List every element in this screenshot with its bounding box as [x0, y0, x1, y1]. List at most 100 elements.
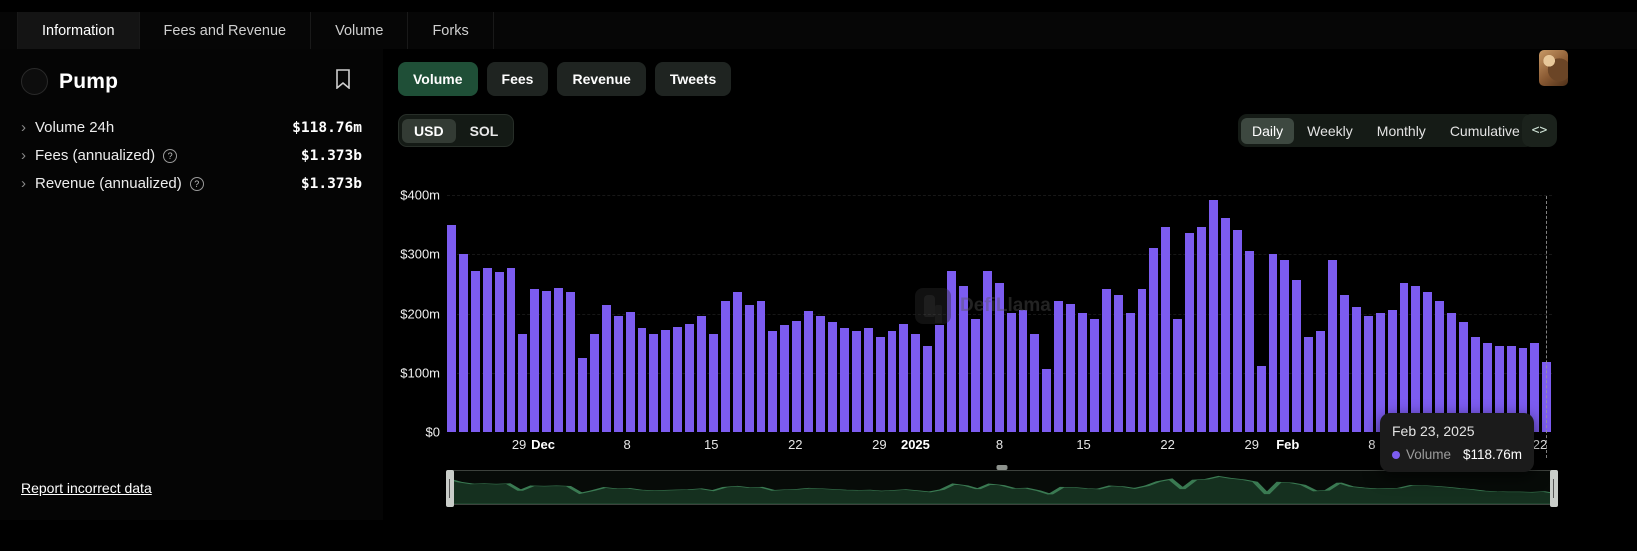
embed-code-icon[interactable]: <> — [1522, 114, 1557, 147]
volume-bar[interactable] — [1316, 331, 1325, 432]
volume-bar[interactable] — [971, 319, 980, 432]
volume-bar[interactable] — [709, 334, 718, 432]
volume-bar[interactable] — [1173, 319, 1182, 432]
volume-bar[interactable] — [685, 324, 694, 432]
info-icon[interactable]: ? — [190, 177, 204, 191]
volume-bar[interactable] — [745, 305, 754, 432]
volume-bar[interactable] — [1126, 313, 1135, 432]
volume-bar[interactable] — [459, 254, 468, 432]
volume-bar[interactable] — [1054, 301, 1063, 432]
volume-bar[interactable] — [1102, 289, 1111, 432]
volume-bar[interactable] — [518, 334, 527, 432]
volume-bar[interactable] — [1352, 307, 1361, 432]
interval-weekly[interactable]: Weekly — [1296, 118, 1364, 144]
brush-left-handle[interactable] — [446, 470, 454, 507]
volume-bar[interactable] — [1138, 289, 1147, 432]
volume-bar[interactable] — [864, 328, 873, 432]
volume-bar[interactable] — [1292, 280, 1301, 432]
interval-daily[interactable]: Daily — [1241, 118, 1294, 144]
volume-bar[interactable] — [1019, 310, 1028, 432]
volume-bar[interactable] — [840, 328, 849, 432]
volume-bar[interactable] — [1090, 319, 1099, 432]
volume-bar[interactable] — [542, 291, 551, 432]
stat-revenue-annualized[interactable]: › Revenue (annualized) ? $1.373b — [21, 175, 362, 192]
volume-bar[interactable] — [816, 316, 825, 432]
volume-bar[interactable] — [888, 331, 897, 432]
volume-bar[interactable] — [804, 311, 813, 432]
volume-bar[interactable] — [1364, 316, 1373, 432]
volume-bar[interactable] — [697, 316, 706, 432]
volume-bar[interactable] — [1400, 283, 1409, 432]
volume-bar[interactable] — [1411, 286, 1420, 432]
volume-bar[interactable] — [638, 328, 647, 432]
report-incorrect-data-link[interactable]: Report incorrect data — [21, 480, 152, 496]
brush-right-handle[interactable] — [1550, 470, 1558, 507]
volume-bar[interactable] — [578, 358, 587, 432]
volume-bar[interactable] — [1245, 251, 1254, 432]
sol-toggle[interactable]: SOL — [458, 119, 511, 143]
volume-bar[interactable] — [661, 330, 670, 432]
volume-bar[interactable] — [911, 334, 920, 432]
revenue-metric-button[interactable]: Revenue — [557, 62, 645, 96]
volume-bar[interactable] — [447, 225, 456, 432]
volume-bar[interactable] — [1280, 260, 1289, 432]
volume-bar[interactable] — [1161, 227, 1170, 432]
usd-toggle[interactable]: USD — [402, 119, 456, 143]
volume-bar[interactable] — [1269, 254, 1278, 432]
volume-bar[interactable] — [1066, 304, 1075, 432]
volume-bar[interactable] — [1185, 233, 1194, 432]
volume-bar[interactable] — [1221, 218, 1230, 432]
tab-volume[interactable]: Volume — [311, 12, 408, 49]
brush-center-grip[interactable] — [997, 465, 1008, 470]
info-icon[interactable]: ? — [163, 149, 177, 163]
volume-bar[interactable] — [483, 268, 492, 432]
interval-cumulative[interactable]: Cumulative — [1439, 118, 1531, 144]
stat-volume-24h[interactable]: › Volume 24h $118.76m — [21, 119, 362, 136]
minimap-brush[interactable] — [447, 470, 1557, 505]
volume-bar[interactable] — [626, 312, 635, 432]
volume-bar[interactable] — [792, 321, 801, 432]
tab-forks[interactable]: Forks — [408, 12, 493, 49]
volume-bar[interactable] — [1423, 292, 1432, 432]
volume-metric-button[interactable]: Volume — [398, 62, 478, 96]
volume-bar[interactable] — [1328, 260, 1337, 432]
tab-fees-and-revenue[interactable]: Fees and Revenue — [140, 12, 312, 49]
chevron-right-icon[interactable]: › — [21, 148, 26, 163]
volume-bar[interactable] — [673, 327, 682, 432]
volume-bar[interactable] — [649, 334, 658, 432]
volume-bar[interactable] — [828, 322, 837, 432]
volume-bar[interactable] — [530, 289, 539, 432]
volume-bar[interactable] — [1209, 200, 1218, 432]
volume-bar[interactable] — [1304, 337, 1313, 432]
volume-bar[interactable] — [780, 325, 789, 432]
volume-bar[interactable] — [602, 305, 611, 432]
interval-monthly[interactable]: Monthly — [1366, 118, 1437, 144]
volume-bar[interactable] — [721, 301, 730, 432]
volume-bar[interactable] — [757, 301, 766, 432]
volume-bar[interactable] — [852, 331, 861, 432]
volume-bar[interactable] — [733, 292, 742, 432]
volume-bar[interactable] — [1197, 227, 1206, 432]
llama-sticker[interactable] — [1539, 50, 1568, 86]
stat-fees-annualized[interactable]: › Fees (annualized) ? $1.373b — [21, 147, 362, 164]
tab-information[interactable]: Information — [17, 12, 140, 49]
volume-bar[interactable] — [768, 331, 777, 432]
volume-bar[interactable] — [923, 346, 932, 433]
volume-bar[interactable] — [495, 272, 504, 432]
volume-bar[interactable] — [614, 316, 623, 432]
volume-bar[interactable] — [1078, 313, 1087, 432]
volume-bar[interactable] — [1233, 230, 1242, 432]
volume-bar[interactable] — [554, 288, 563, 432]
bookmark-icon[interactable] — [335, 69, 355, 91]
volume-bar[interactable] — [1042, 369, 1051, 432]
volume-bar[interactable] — [899, 324, 908, 432]
volume-bar[interactable] — [1030, 334, 1039, 432]
chevron-right-icon[interactable]: › — [21, 176, 26, 191]
fees-metric-button[interactable]: Fees — [487, 62, 549, 96]
volume-bar[interactable] — [566, 292, 575, 432]
tweets-metric-button[interactable]: Tweets — [655, 62, 731, 96]
chevron-right-icon[interactable]: › — [21, 120, 26, 135]
volume-bar[interactable] — [590, 334, 599, 432]
volume-bar[interactable] — [1340, 295, 1349, 432]
volume-bar[interactable] — [507, 268, 516, 432]
